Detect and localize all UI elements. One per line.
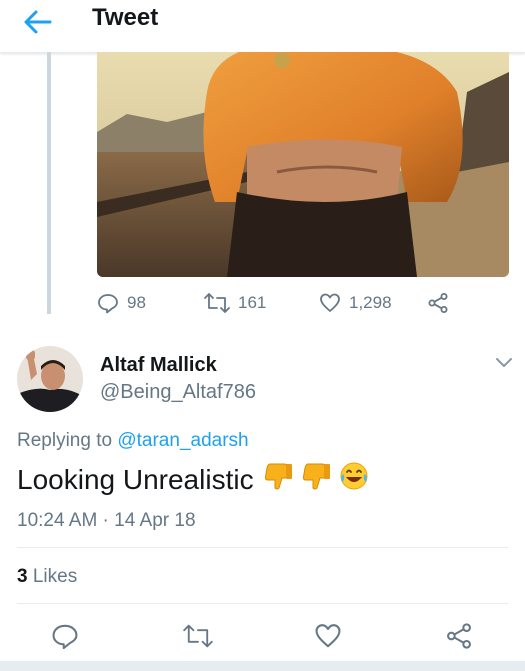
divider [17,547,508,548]
divider [17,603,508,604]
like-action[interactable]: 1,298 [319,290,392,316]
thumbs-down-icon [300,460,332,499]
reply-button[interactable] [51,622,81,652]
tweet-body: Looking Unrealistic [17,463,254,495]
back-button[interactable] [22,8,54,36]
share-icon [428,293,448,313]
arrow-left-icon [24,10,52,34]
likes-summary[interactable]: 3 Likes [17,566,77,588]
chevron-down-icon [496,358,512,367]
page-title: Tweet [92,4,159,31]
tweet-timestamp[interactable]: 10:24 AM · 14 Apr 18 [17,510,196,532]
reply-action[interactable]: 98 [97,290,146,316]
likes-label: Likes [32,566,78,587]
retweet-count: 161 [238,293,267,312]
tweet-text: Looking Unrealistic [17,460,370,499]
replying-to: Replying to @taran_adarsh [17,430,249,452]
share-button[interactable] [445,622,475,652]
avatar-photo [17,346,83,412]
likes-count: 3 [17,566,28,587]
like-count: 1,298 [349,293,392,312]
share-icon [447,623,471,649]
share-action[interactable] [427,290,449,316]
parent-tweet-actions: 98 161 1,298 [97,290,477,316]
avatar[interactable] [17,346,83,412]
heart-icon [315,624,341,648]
like-button[interactable] [314,622,344,652]
reply-icon [52,624,78,650]
reply-count: 98 [127,293,146,312]
thumbs-down-icon [262,460,294,499]
top-bar: Tweet [0,0,525,53]
tweet-media-image[interactable] [97,52,509,277]
replying-prefix: Replying to [17,430,113,451]
more-options-button[interactable] [494,355,514,369]
author-name[interactable]: Altaf Mallick [100,354,217,377]
reply-icon [98,294,118,314]
heart-icon [320,293,340,312]
retweet-action[interactable]: 161 [204,290,266,316]
retweet-icon [204,293,230,313]
reply-tweet-actions [0,618,525,654]
thread-connector-line [47,52,51,314]
photo-image [97,52,509,277]
author-handle[interactable]: @Being_Altaf786 [100,381,256,404]
replying-handle-link[interactable]: @taran_adarsh [117,430,248,451]
tears-of-joy-icon [338,460,370,499]
retweet-button[interactable] [183,622,213,652]
retweet-icon [183,624,213,648]
bottom-separator [0,661,525,671]
